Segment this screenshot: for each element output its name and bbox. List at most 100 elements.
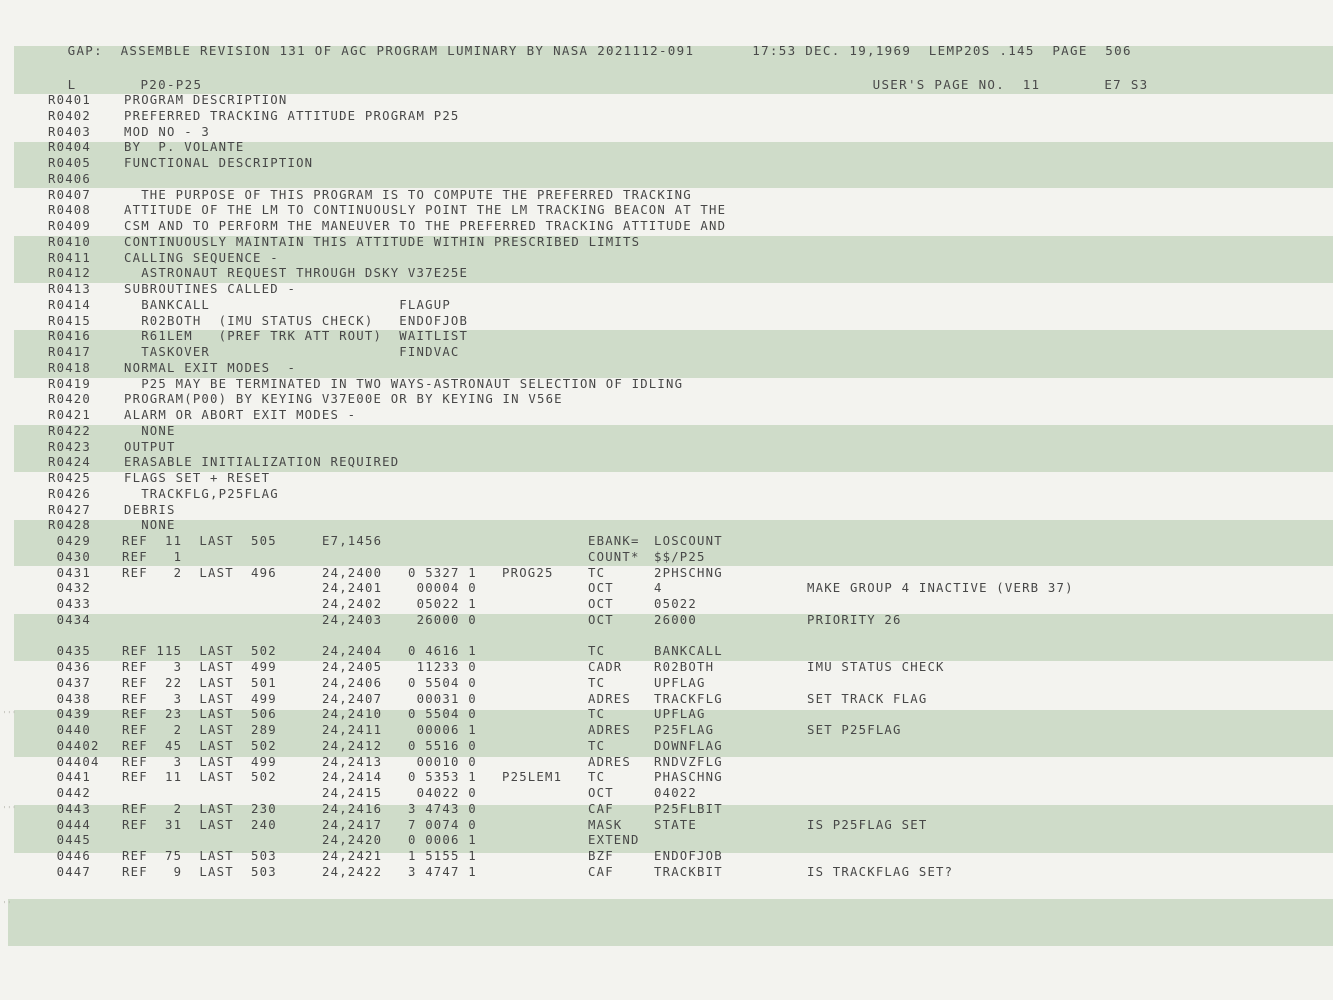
opcode: TC bbox=[588, 565, 606, 580]
opcode: TC bbox=[588, 707, 606, 722]
octal-code: 7 0074 0 bbox=[408, 817, 477, 832]
comment-text: CSM AND TO PERFORM THE MANEUVER TO THE P… bbox=[124, 219, 727, 233]
comment-text: NONE bbox=[124, 423, 176, 438]
line-number: R0405 bbox=[48, 156, 92, 170]
line-number: R0418 bbox=[48, 360, 92, 375]
punch-mark: '' bbox=[2, 900, 12, 909]
octal-code: 05022 1 bbox=[408, 597, 477, 611]
operand: UPFLAG bbox=[654, 707, 706, 722]
line-number: R0414 bbox=[48, 297, 92, 312]
comment-text: R02BOTH (IMU STATUS CHECK) ENDOFJOB bbox=[124, 313, 469, 328]
ref-info: REF 3 LAST 499 bbox=[122, 754, 277, 769]
line-number: R0426 bbox=[48, 486, 92, 501]
opcode: EBANK= bbox=[588, 534, 640, 548]
line-number: 0439 bbox=[48, 707, 92, 722]
address: 24,2420 bbox=[322, 833, 383, 848]
line-number: R0427 bbox=[48, 502, 92, 517]
line-number: R0425 bbox=[48, 471, 92, 485]
line-number: R0415 bbox=[48, 313, 92, 328]
address: 24,2416 bbox=[322, 801, 383, 816]
comment-text: PROGRAM(P00) BY KEYING V37E00E OR BY KEY… bbox=[124, 392, 563, 407]
comment-text: P25 MAY BE TERMINATED IN TWO WAYS-ASTRON… bbox=[124, 376, 684, 391]
line-number: 0444 bbox=[48, 817, 92, 832]
page-header: GAP: ASSEMBLE REVISION 131 OF AGC PROGRA… bbox=[50, 28, 1132, 58]
opcode: MASK bbox=[588, 817, 623, 832]
opcode: EXTEND bbox=[588, 833, 640, 848]
comment-text: ASTRONAUT REQUEST THROUGH DSKY V37E25E bbox=[124, 266, 469, 281]
operand: STATE bbox=[654, 817, 698, 832]
comment-text: NORMAL EXIT MODES - bbox=[124, 360, 297, 375]
line-number: 0437 bbox=[48, 675, 92, 690]
listing-code: E7 S3 bbox=[1104, 77, 1149, 92]
line-number: 04404 bbox=[48, 754, 100, 769]
ref-info: REF 2 LAST 496 bbox=[122, 565, 277, 580]
ref-info: REF 9 LAST 503 bbox=[122, 864, 277, 879]
line-number: R0412 bbox=[48, 266, 92, 281]
octal-code: 0 5504 0 bbox=[408, 675, 477, 690]
ref-info: REF 22 LAST 501 bbox=[122, 675, 277, 690]
octal-code: 3 4747 1 bbox=[408, 864, 477, 879]
ref-info: REF 1 bbox=[122, 549, 183, 564]
comment-text: ATTITUDE OF THE LM TO CONTINUOUSLY POINT… bbox=[124, 203, 727, 218]
line-number: R0406 bbox=[48, 171, 92, 186]
line-number: 0446 bbox=[48, 849, 92, 863]
operand: LOSCOUNT bbox=[654, 534, 723, 548]
line-number: R0413 bbox=[48, 282, 92, 296]
operand: 26000 bbox=[654, 612, 698, 627]
line-comment: SET P25FLAG bbox=[807, 723, 902, 737]
line-number: 0441 bbox=[48, 770, 92, 785]
opcode: TC bbox=[588, 675, 606, 690]
line-comment: MAKE GROUP 4 INACTIVE (VERB 37) bbox=[807, 581, 1074, 596]
address: 24,2415 bbox=[322, 786, 383, 800]
address: 24,2412 bbox=[322, 738, 383, 753]
address: 24,2414 bbox=[322, 770, 383, 785]
opcode: OCT bbox=[588, 786, 614, 800]
line-number: 0442 bbox=[48, 786, 92, 800]
label: PROG25 bbox=[502, 565, 554, 580]
line-number: R0402 bbox=[48, 108, 92, 123]
operand: TRACKBIT bbox=[654, 864, 723, 879]
address: 24,2402 bbox=[322, 597, 383, 611]
header-title: GAP: ASSEMBLE REVISION 131 OF AGC PROGRA… bbox=[67, 43, 695, 58]
octal-code: 0 5327 1 bbox=[408, 565, 477, 580]
address: 24,2417 bbox=[322, 817, 383, 832]
opcode: ADRES bbox=[588, 691, 632, 706]
line-number: 0436 bbox=[48, 660, 92, 674]
line-comment: IMU STATUS CHECK bbox=[807, 660, 945, 674]
comment-text: BANKCALL FLAGUP bbox=[124, 297, 451, 312]
section-name: P20-P25 bbox=[140, 77, 203, 92]
line-number: 0447 bbox=[48, 864, 92, 879]
address: 24,2403 bbox=[322, 612, 383, 627]
octal-code: 00031 0 bbox=[408, 691, 477, 706]
ref-info: REF 31 LAST 240 bbox=[122, 817, 277, 832]
comment-text: OUTPUT bbox=[124, 439, 176, 454]
operand: P25FLBIT bbox=[654, 801, 723, 816]
operand: PHASCHNG bbox=[654, 770, 723, 785]
ref-info: REF 3 LAST 499 bbox=[122, 691, 277, 706]
octal-code: 00010 0 bbox=[408, 754, 477, 769]
comment-text: DEBRIS bbox=[124, 502, 176, 517]
punch-mark: ''' bbox=[2, 710, 17, 719]
line-number: R0420 bbox=[48, 392, 92, 407]
line-comment: SET TRACK FLAG bbox=[807, 691, 928, 706]
listing-tag: L bbox=[67, 77, 77, 92]
opcode: ADRES bbox=[588, 754, 632, 769]
green-band-bottom bbox=[8, 899, 1333, 946]
comment-text: THE PURPOSE OF THIS PROGRAM IS TO COMPUT… bbox=[124, 187, 692, 202]
address: 24,2405 bbox=[322, 660, 383, 674]
operand: 4 bbox=[654, 581, 663, 596]
line-number: 0438 bbox=[48, 691, 92, 706]
line-number: 0431 bbox=[48, 565, 92, 580]
octal-code: 0 5516 0 bbox=[408, 738, 477, 753]
address: 24,2421 bbox=[322, 849, 383, 863]
address: 24,2404 bbox=[322, 644, 383, 659]
line-number: 0429 bbox=[48, 534, 92, 548]
octal-code: 0 5353 1 bbox=[408, 770, 477, 785]
octal-code: 1 5155 1 bbox=[408, 849, 477, 863]
ref-info: REF 23 LAST 506 bbox=[122, 707, 277, 722]
line-number: R0417 bbox=[48, 345, 92, 359]
line-number: 04402 bbox=[48, 738, 100, 753]
opcode: OCT bbox=[588, 612, 614, 627]
octal-code: 0 5504 0 bbox=[408, 707, 477, 722]
line-number: 0440 bbox=[48, 723, 92, 737]
